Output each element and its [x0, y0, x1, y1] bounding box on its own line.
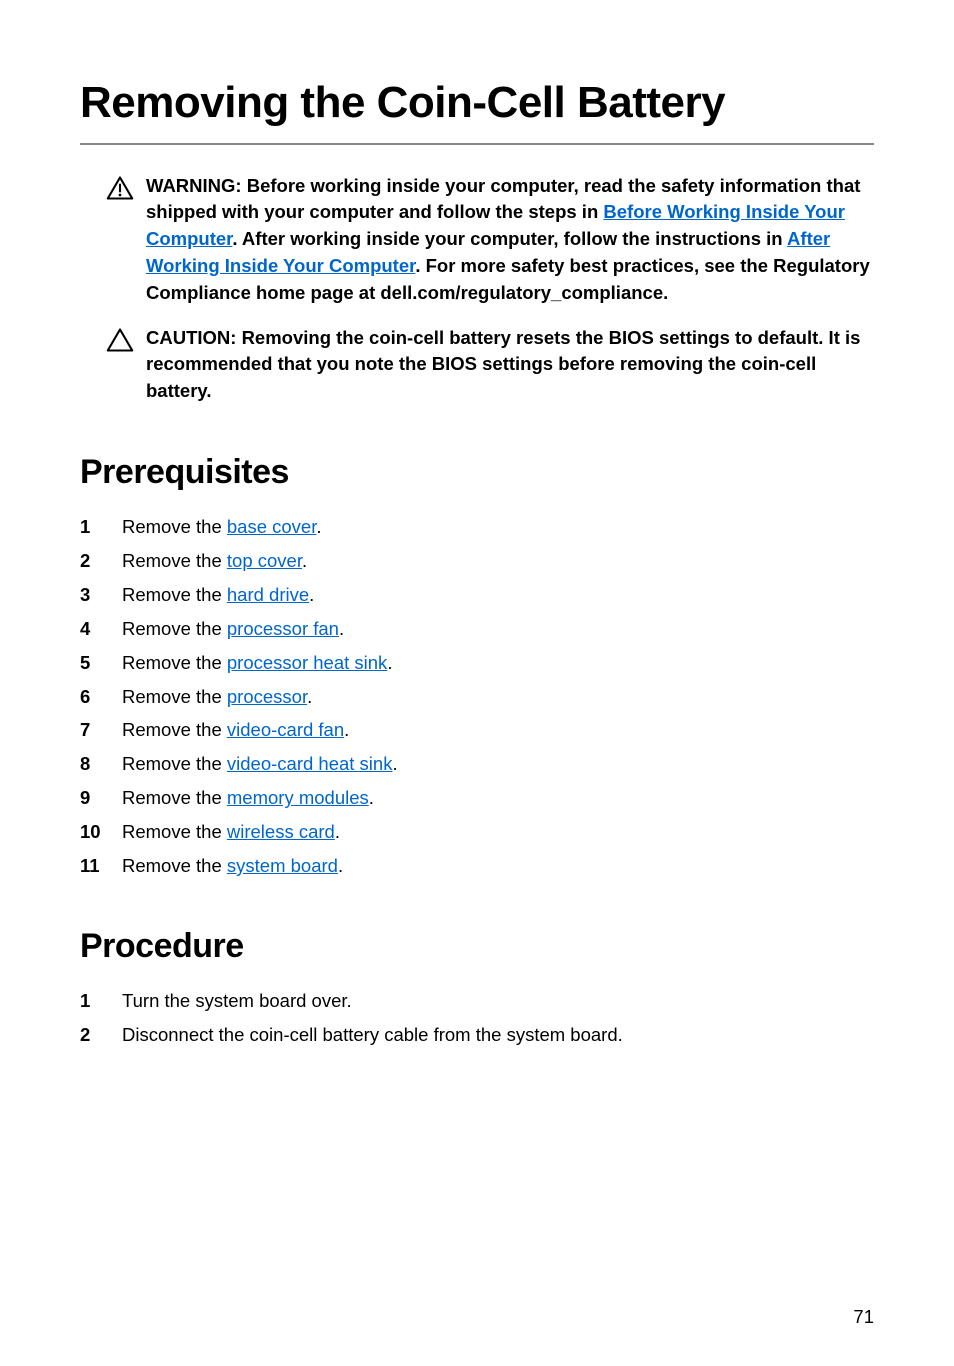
section-heading: Procedure	[80, 927, 874, 966]
doc-link[interactable]: processor	[227, 686, 307, 707]
doc-link[interactable]: wireless card	[227, 821, 335, 842]
list-item-text: Remove the hard drive.	[122, 582, 874, 608]
page-number: 71	[853, 1306, 874, 1328]
list-item: 9Remove the memory modules.	[80, 785, 874, 811]
list-item: 5Remove the processor heat sink.	[80, 650, 874, 676]
doc-link[interactable]: memory modules	[227, 787, 369, 808]
list-item-text: Turn the system board over.	[122, 988, 874, 1014]
doc-link[interactable]: After Working Inside Your Computer	[146, 228, 830, 276]
ordered-list: 1Turn the system board over.2Disconnect …	[80, 988, 874, 1048]
doc-link[interactable]: processor heat sink	[227, 652, 387, 673]
list-item: 1Turn the system board over.	[80, 988, 874, 1014]
list-item: 2Remove the top cover.	[80, 548, 874, 574]
doc-link[interactable]: system board	[227, 855, 338, 876]
list-item-text: Remove the video-card fan.	[122, 717, 874, 743]
warning-admonition: WARNING: Before working inside your comp…	[80, 173, 874, 307]
list-item: 1Remove the base cover.	[80, 514, 874, 540]
list-item-number: 3	[80, 582, 122, 608]
section-heading: Prerequisites	[80, 453, 874, 492]
list-item: 3Remove the hard drive.	[80, 582, 874, 608]
list-item: 7Remove the video-card fan.	[80, 717, 874, 743]
list-item-number: 1	[80, 988, 122, 1014]
list-item-text: Remove the top cover.	[122, 548, 874, 574]
doc-link[interactable]: base cover	[227, 516, 316, 537]
list-item: 4Remove the processor fan.	[80, 616, 874, 642]
doc-link[interactable]: video-card fan	[227, 719, 344, 740]
list-item-number: 2	[80, 1022, 122, 1048]
list-item-text: Remove the processor fan.	[122, 616, 874, 642]
list-item: 11Remove the system board.	[80, 853, 874, 879]
doc-link[interactable]: video-card heat sink	[227, 753, 393, 774]
doc-link[interactable]: processor fan	[227, 618, 339, 639]
list-item: 10Remove the wireless card.	[80, 819, 874, 845]
list-item-text: Remove the video-card heat sink.	[122, 751, 874, 777]
list-item-number: 4	[80, 616, 122, 642]
list-item-text: Remove the system board.	[122, 853, 874, 879]
list-item: 8Remove the video-card heat sink.	[80, 751, 874, 777]
ordered-list: 1Remove the base cover.2Remove the top c…	[80, 514, 874, 879]
list-item-text: Remove the memory modules.	[122, 785, 874, 811]
list-item-number: 1	[80, 514, 122, 540]
list-item-text: Remove the base cover.	[122, 514, 874, 540]
list-item-number: 7	[80, 717, 122, 743]
doc-link[interactable]: Before Working Inside Your Computer	[146, 201, 845, 249]
page-title: Removing the Coin-Cell Battery	[80, 78, 874, 145]
list-item-number: 6	[80, 684, 122, 710]
list-item-number: 2	[80, 548, 122, 574]
admonition-text: WARNING: Before working inside your comp…	[146, 173, 874, 307]
doc-link[interactable]: hard drive	[227, 584, 309, 605]
list-item-text: Remove the processor heat sink.	[122, 650, 874, 676]
warning-icon	[106, 175, 140, 206]
doc-link[interactable]: top cover	[227, 550, 302, 571]
admonition-text: CAUTION: Removing the coin-cell battery …	[146, 325, 874, 405]
list-item-number: 5	[80, 650, 122, 676]
list-item-text: Disconnect the coin-cell battery cable f…	[122, 1022, 874, 1048]
list-item-number: 8	[80, 751, 122, 777]
list-item-text: Remove the processor.	[122, 684, 874, 710]
list-item-number: 10	[80, 819, 122, 845]
list-item-text: Remove the wireless card.	[122, 819, 874, 845]
caution-icon	[106, 327, 140, 358]
caution-admonition: CAUTION: Removing the coin-cell battery …	[80, 325, 874, 405]
list-item: 6Remove the processor.	[80, 684, 874, 710]
list-item: 2Disconnect the coin-cell battery cable …	[80, 1022, 874, 1048]
list-item-number: 9	[80, 785, 122, 811]
list-item-number: 11	[80, 853, 122, 879]
